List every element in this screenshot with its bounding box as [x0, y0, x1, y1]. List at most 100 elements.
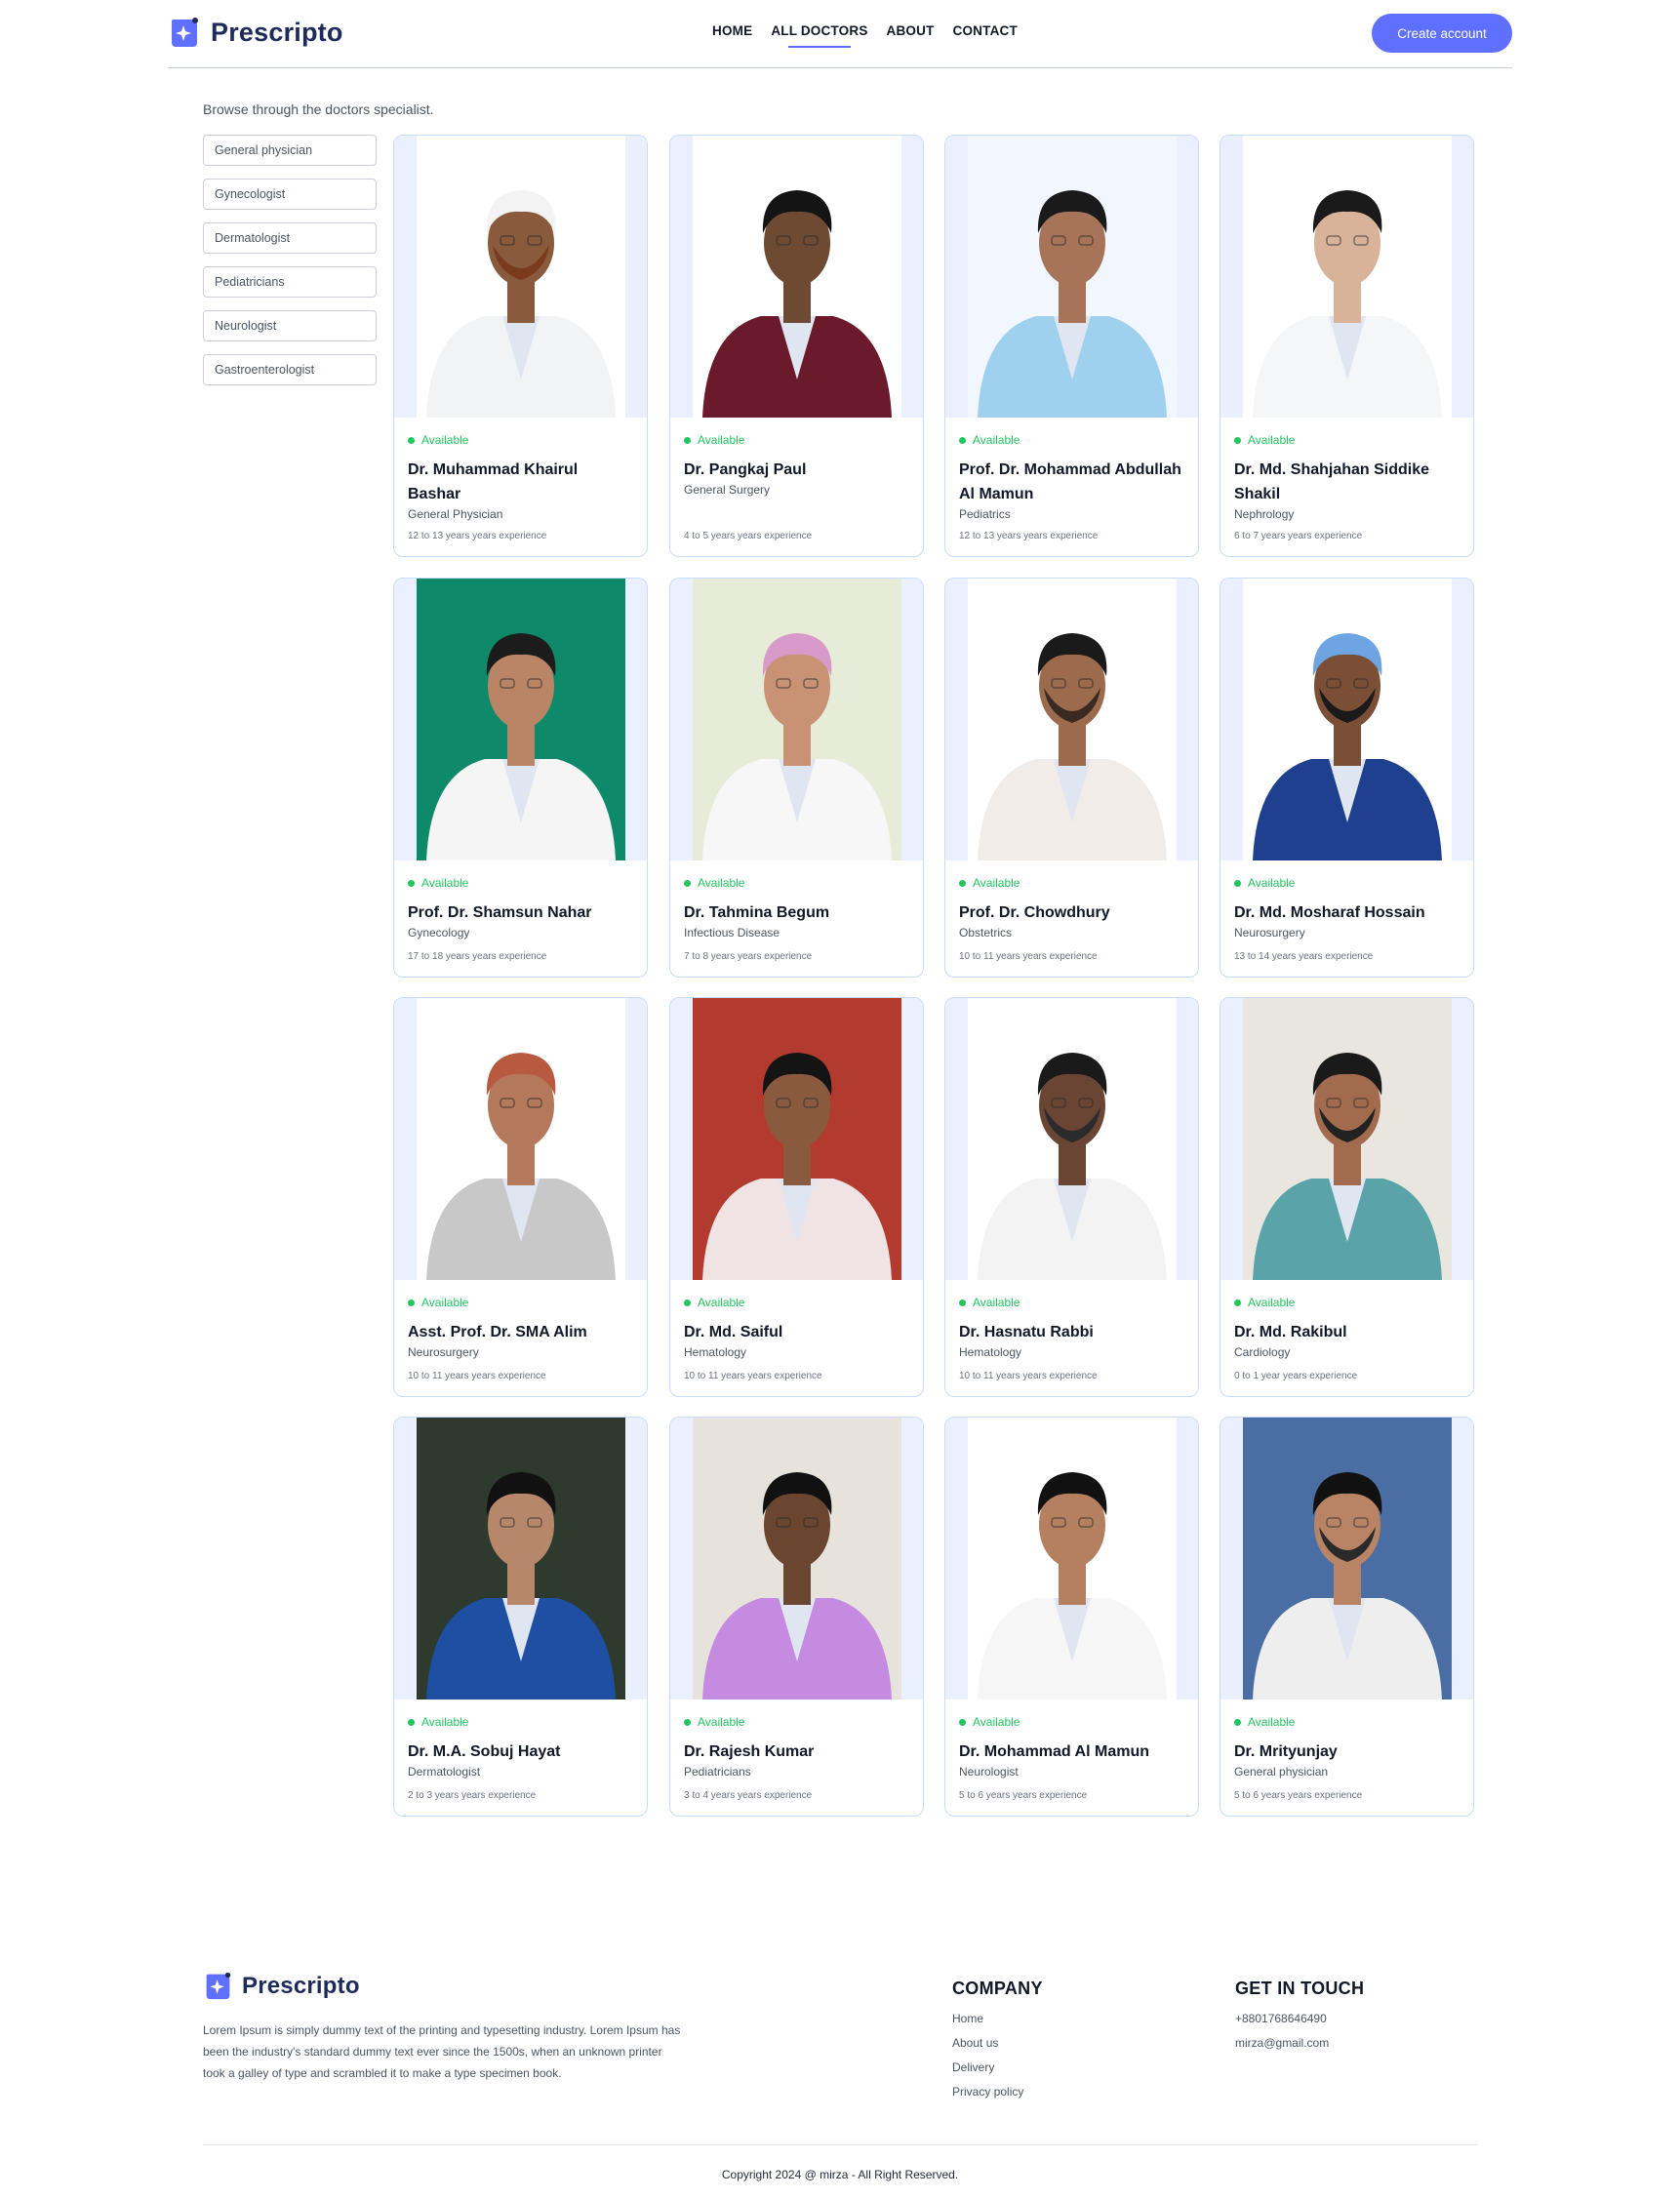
doctor-info: Available Dr. Tahmina Begum Infectious D…	[670, 860, 923, 940]
availability-status: Available	[959, 876, 1184, 890]
doctor-specialty: Neurosurgery	[1234, 926, 1305, 940]
status-dot-icon	[959, 1718, 966, 1726]
status-dot-icon	[959, 436, 966, 444]
company-links: Home About us Delivery Privacy policy	[952, 2012, 1023, 2109]
nav-contact[interactable]: CONTACT	[953, 23, 1018, 38]
doctor-info: Available Dr. Md. Shahjahan Siddike Shak…	[1220, 418, 1473, 521]
doctor-experience: 12 to 13 years years experience	[959, 531, 1099, 541]
footer-logo[interactable]: Prescripto	[203, 1971, 360, 2001]
filter-dermatologist[interactable]: Dermatologist	[203, 222, 377, 254]
doctor-name: Dr. Md. Mosharaf Hossain	[1234, 904, 1425, 921]
doctor-specialty: General Surgery	[684, 483, 771, 497]
company-title: COMPANY	[952, 1979, 1043, 1998]
main-nav: HOME ALL DOCTORS ABOUT CONTACT	[712, 23, 1018, 48]
footer-link-about[interactable]: About us	[952, 2036, 1023, 2060]
status-label: Available	[973, 1715, 1020, 1729]
doctor-card[interactable]: Available Prof. Dr. Shamsun Nahar Gyneco…	[393, 578, 648, 978]
doctor-info: Available Dr. Muhammad Khairul Bashar Ge…	[394, 418, 647, 521]
doctor-photo	[394, 1418, 647, 1699]
doctor-card[interactable]: Available Dr. Md. Saiful Hematology 10 t…	[669, 997, 924, 1397]
doctor-info: Available Dr. Pangkaj Paul General Surge…	[670, 418, 923, 497]
brand-logo[interactable]: Prescripto	[168, 16, 343, 49]
status-label: Available	[1248, 1296, 1296, 1309]
doctor-card[interactable]: Available Dr. Mohammad Al Mamun Neurolog…	[944, 1417, 1199, 1817]
status-dot-icon	[959, 879, 966, 887]
availability-status: Available	[1234, 1715, 1460, 1729]
footer-link-home[interactable]: Home	[952, 2012, 1023, 2036]
contact-phone[interactable]: +8801768646490	[1235, 2012, 1329, 2036]
doctor-card[interactable]: Available Dr. Md. Mosharaf Hossain Neuro…	[1220, 578, 1474, 978]
doctor-photo	[1220, 579, 1473, 860]
doctor-photo	[394, 998, 647, 1280]
status-dot-icon	[684, 1299, 691, 1306]
availability-status: Available	[959, 1715, 1184, 1729]
status-label: Available	[698, 876, 745, 890]
doctor-avatar-icon	[945, 1418, 1198, 1699]
footer-brand-name: Prescripto	[242, 1972, 360, 1999]
status-dot-icon	[684, 436, 691, 444]
doctor-card[interactable]: Available Dr. M.A. Sobuj Hayat Dermatolo…	[393, 1417, 648, 1817]
filter-gastroenterologist[interactable]: Gastroenterologist	[203, 354, 377, 385]
doctor-photo	[394, 136, 647, 418]
doctor-card[interactable]: Available Dr. Tahmina Begum Infectious D…	[669, 578, 924, 978]
doctor-info: Available Dr. Mrityunjay General physici…	[1220, 1699, 1473, 1779]
status-dot-icon	[1234, 1299, 1241, 1306]
filter-neurologist[interactable]: Neurologist	[203, 310, 377, 341]
doctor-card[interactable]: Available Prof. Dr. Mohammad Abdullah Al…	[944, 135, 1199, 557]
doctor-card[interactable]: Available Dr. Rajesh Kumar Pediatricians…	[669, 1417, 924, 1817]
doctor-photo	[945, 998, 1198, 1280]
availability-status: Available	[1234, 1296, 1460, 1309]
doctor-card[interactable]: Available Prof. Dr. Chowdhury Obstetrics…	[944, 578, 1199, 978]
status-dot-icon	[408, 879, 415, 887]
contact-email[interactable]: mirza@gmail.com	[1235, 2036, 1329, 2060]
brand-name: Prescripto	[211, 17, 343, 47]
doctor-specialty: Cardiology	[1234, 1345, 1291, 1359]
filter-pediatricians[interactable]: Pediatricians	[203, 266, 377, 298]
doctor-card[interactable]: Available Dr. Pangkaj Paul General Surge…	[669, 135, 924, 557]
doctor-name: Prof. Dr. Shamsun Nahar	[408, 904, 592, 921]
doctor-avatar-icon	[394, 998, 647, 1280]
doctor-experience: 10 to 11 years years experience	[959, 1371, 1098, 1381]
doctor-experience: 17 to 18 years years experience	[408, 951, 547, 962]
doctor-card[interactable]: Available Dr. Md. Shahjahan Siddike Shak…	[1220, 135, 1474, 557]
doctor-name: Dr. Md. Rakibul	[1234, 1324, 1347, 1340]
nav-home[interactable]: HOME	[712, 23, 752, 38]
doctor-specialty: General physician	[1234, 1765, 1329, 1779]
doctor-card[interactable]: Available Dr. Muhammad Khairul Bashar Ge…	[393, 135, 648, 557]
doctor-name: Dr. Md. Shahjahan Siddike Shakil	[1234, 461, 1430, 502]
footer-link-delivery[interactable]: Delivery	[952, 2060, 1023, 2085]
status-dot-icon	[408, 436, 415, 444]
create-account-button[interactable]: Create account	[1372, 14, 1512, 53]
doctor-name: Prof. Dr. Chowdhury	[959, 904, 1110, 921]
doctor-avatar-icon	[670, 136, 923, 418]
doctor-photo	[1220, 1418, 1473, 1699]
status-label: Available	[1248, 876, 1296, 890]
doctor-avatar-icon	[1220, 136, 1473, 418]
doctor-name: Dr. Muhammad Khairul Bashar	[408, 461, 579, 502]
doctor-specialty: Dermatologist	[408, 1765, 481, 1779]
nav-all-doctors[interactable]: ALL DOCTORS	[771, 23, 867, 48]
doctor-info: Available Dr. Mohammad Al Mamun Neurolog…	[945, 1699, 1198, 1779]
status-label: Available	[698, 1715, 745, 1729]
doctor-card[interactable]: Available Asst. Prof. Dr. SMA Alim Neuro…	[393, 997, 648, 1397]
intro-text: Browse through the doctors specialist.	[203, 101, 434, 117]
availability-status: Available	[959, 433, 1184, 447]
doctor-avatar-icon	[670, 1418, 923, 1699]
doctor-experience: 10 to 11 years years experience	[959, 951, 1098, 962]
status-label: Available	[421, 1715, 469, 1729]
doctor-experience: 10 to 11 years years experience	[684, 1371, 822, 1381]
filter-general-physician[interactable]: General physician	[203, 135, 377, 166]
doctor-specialty: Neurologist	[959, 1765, 1019, 1779]
doctor-card[interactable]: Available Dr. Mrityunjay General physici…	[1220, 1417, 1474, 1817]
doctor-photo	[670, 998, 923, 1280]
doctor-avatar-icon	[394, 1418, 647, 1699]
filter-gynecologist[interactable]: Gynecologist	[203, 179, 377, 210]
doctor-specialty: Pediatrics	[959, 507, 1011, 521]
nav-about[interactable]: ABOUT	[887, 23, 935, 38]
doctor-card[interactable]: Available Dr. Md. Rakibul Cardiology 0 t…	[1220, 997, 1474, 1397]
footer-link-privacy[interactable]: Privacy policy	[952, 2085, 1023, 2109]
availability-status: Available	[684, 433, 909, 447]
doctor-card[interactable]: Available Dr. Hasnatu Rabbi Hematology 1…	[944, 997, 1199, 1397]
doctor-photo	[1220, 136, 1473, 418]
status-label: Available	[421, 876, 469, 890]
